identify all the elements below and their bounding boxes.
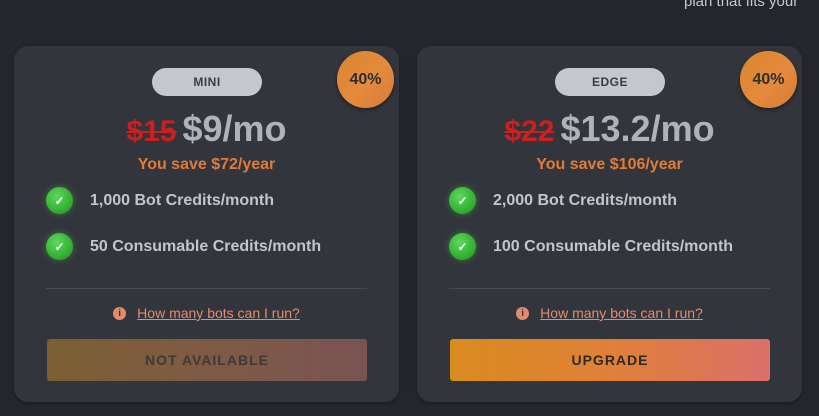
header-text: plan that fits your <box>684 0 799 10</box>
feature-label: 1,000 Bot Credits/month <box>90 191 275 209</box>
check-circle-icon: ✓ <box>46 233 73 260</box>
old-price: $22 <box>504 115 555 148</box>
new-price: $13.2/mo <box>560 108 715 149</box>
feature-item: ✓ 1,000 Bot Credits/month <box>46 187 274 214</box>
not-available-button[interactable]: NOT AVAILABLE <box>47 339 367 381</box>
feature-item: ✓ 50 Consumable Credits/month <box>46 233 321 260</box>
feature-label: 100 Consumable Credits/month <box>493 237 734 255</box>
info-row[interactable]: i How many bots can I run? <box>14 305 399 321</box>
discount-badge: 40% <box>337 51 394 108</box>
divider <box>449 288 770 289</box>
check-circle-icon: ✓ <box>46 187 73 214</box>
feature-item: ✓ 2,000 Bot Credits/month <box>449 187 677 214</box>
old-price: $15 <box>126 115 177 148</box>
how-many-bots-link[interactable]: How many bots can I run? <box>137 305 300 321</box>
feature-label: 2,000 Bot Credits/month <box>493 191 678 209</box>
price-row: $22 $13.2/mo <box>417 108 802 150</box>
new-price: $9/mo <box>182 108 287 149</box>
savings-text: You save $106/year <box>536 156 683 173</box>
feature-label: 50 Consumable Credits/month <box>90 237 322 255</box>
info-icon: i <box>516 306 530 320</box>
plan-name-badge: MINI <box>152 68 262 96</box>
info-icon: i <box>113 306 127 320</box>
how-many-bots-link[interactable]: How many bots can I run? <box>540 305 703 321</box>
discount-badge: 40% <box>740 51 797 108</box>
savings-text: You save $72/year <box>137 156 276 173</box>
plan-card-mini: MINI 40% $15 $9/mo You save $72/year ✓ 1… <box>14 46 399 402</box>
check-circle-icon: ✓ <box>449 233 476 260</box>
plan-card-edge: EDGE 40% $22 $13.2/mo You save $106/year… <box>417 46 802 402</box>
divider <box>46 288 367 289</box>
info-row[interactable]: i How many bots can I run? <box>417 305 802 321</box>
price-row: $15 $9/mo <box>14 108 399 150</box>
feature-item: ✓ 100 Consumable Credits/month <box>449 233 733 260</box>
plan-name-badge: EDGE <box>555 68 665 96</box>
upgrade-button[interactable]: UPGRADE <box>450 339 770 381</box>
check-circle-icon: ✓ <box>449 187 476 214</box>
